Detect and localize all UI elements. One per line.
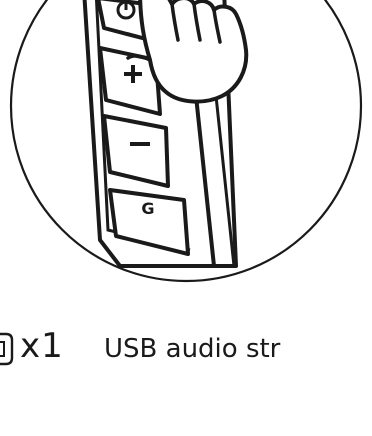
volume-down-button[interactable] <box>102 114 170 188</box>
inline-remote-drawing: G <box>9 0 363 283</box>
item-name-label: USB audio str <box>104 334 281 364</box>
quantity-label: x1 <box>20 326 64 366</box>
package-item-caption: x1 USB audio str <box>0 318 372 378</box>
usb-plug-icon <box>0 332 14 366</box>
g-key-label: G <box>141 199 154 218</box>
remote-control-illustration: G <box>0 0 372 300</box>
cable-edge-left <box>194 95 216 267</box>
